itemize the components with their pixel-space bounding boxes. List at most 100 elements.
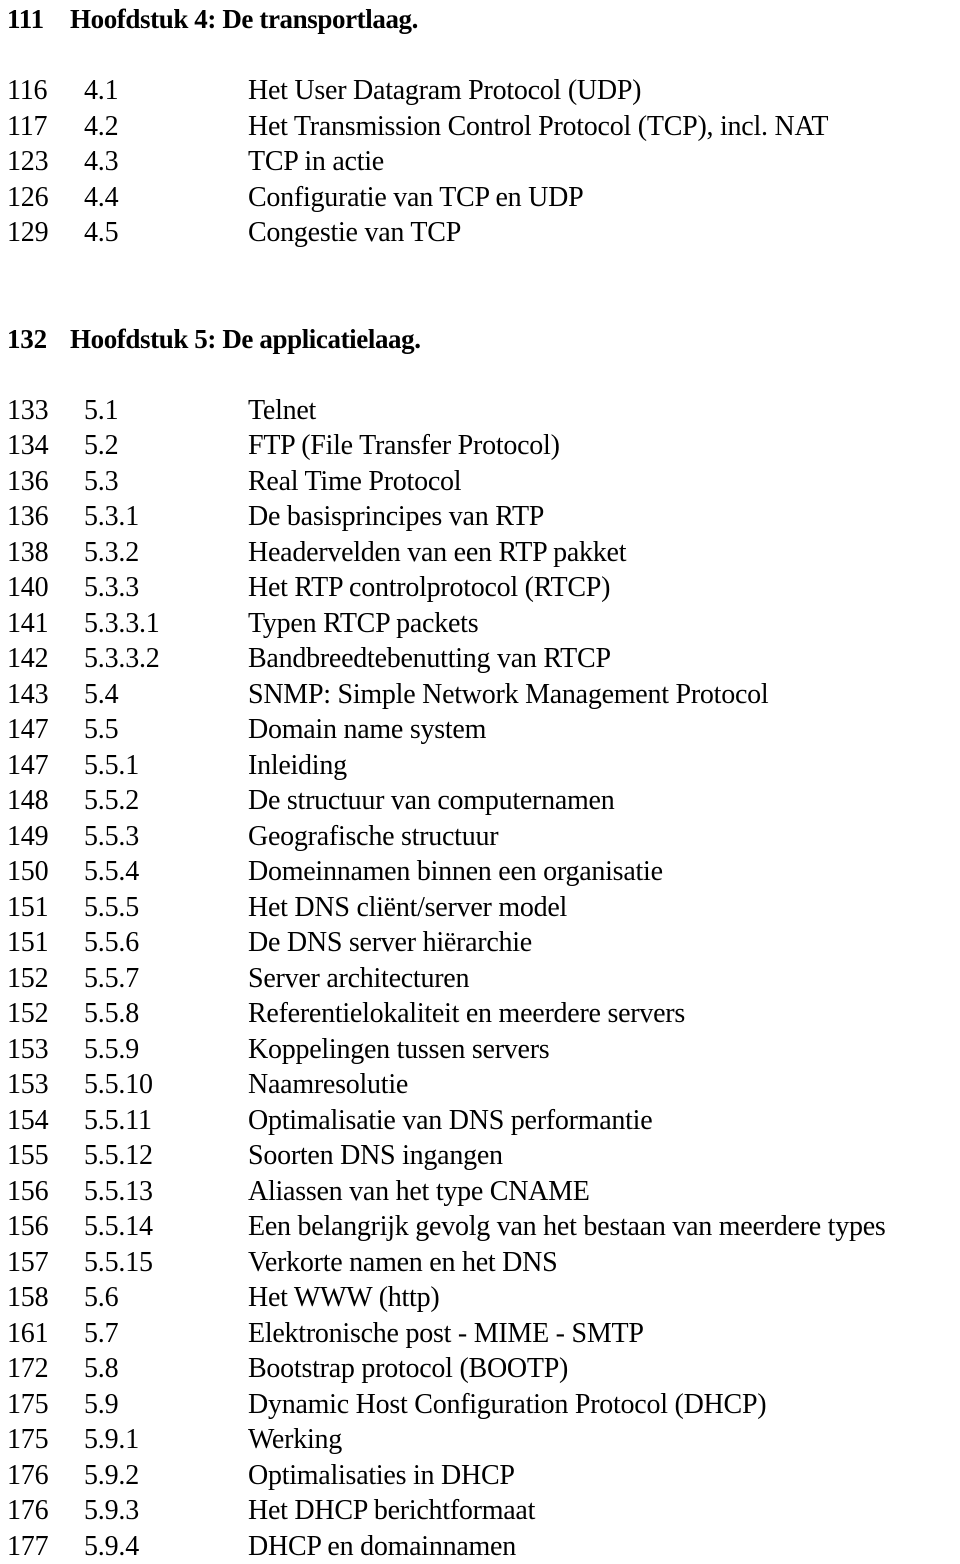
toc-spacer bbox=[0, 286, 960, 322]
toc-entry-row[interactable]: 1234.3TCP in actie bbox=[0, 144, 960, 180]
toc-page-number: 172 bbox=[0, 1351, 84, 1387]
toc-entry-row[interactable]: 1475.5Domain name system bbox=[0, 712, 960, 748]
toc-page-number: 153 bbox=[0, 1032, 84, 1068]
toc-entry-row[interactable]: 1485.5.2De structuur van computernamen bbox=[0, 783, 960, 819]
toc-entry-row[interactable]: 1555.5.12Soorten DNS ingangen bbox=[0, 1138, 960, 1174]
toc-entry-row[interactable]: 1565.5.14Een belangrijk gevolg van het b… bbox=[0, 1209, 960, 1245]
toc-page-number: 151 bbox=[0, 925, 84, 961]
toc-page-number: 134 bbox=[0, 428, 84, 464]
toc-section-number: 5.4 bbox=[84, 677, 248, 713]
toc-entry-row[interactable]: 1345.2FTP (File Transfer Protocol) bbox=[0, 428, 960, 464]
toc-section-number: 4.2 bbox=[84, 109, 248, 145]
toc-entry-row[interactable]: 1565.5.13Aliassen van het type CNAME bbox=[0, 1174, 960, 1210]
toc-section-number: 5.5.11 bbox=[84, 1103, 248, 1139]
toc-entry-row[interactable]: 1365.3.1De basisprincipes van RTP bbox=[0, 499, 960, 535]
toc-section-number: 5.5.12 bbox=[84, 1138, 248, 1174]
toc-entry-row[interactable]: 1515.5.6De DNS server hiërarchie bbox=[0, 925, 960, 961]
toc-section-number: 5.5.6 bbox=[84, 925, 248, 961]
toc-entry-title: Verkorte namen en het DNS bbox=[248, 1245, 960, 1281]
toc-entry-title: Naamresolutie bbox=[248, 1067, 960, 1103]
toc-section-number: 5.5.4 bbox=[84, 854, 248, 890]
toc-page-number: 116 bbox=[0, 73, 84, 109]
toc-section-number: 5.5.5 bbox=[84, 890, 248, 926]
toc-entry-title: Hoofdstuk 4: De transportlaag. bbox=[70, 2, 960, 38]
toc-entry-row[interactable]: 1435.4SNMP: Simple Network Management Pr… bbox=[0, 677, 960, 713]
toc-entry-row[interactable]: 1415.3.3.1Typen RTCP packets bbox=[0, 606, 960, 642]
toc-entry-row[interactable]: 1535.5.10Naamresolutie bbox=[0, 1067, 960, 1103]
toc-chapter-row[interactable]: 132Hoofdstuk 5: De applicatielaag. bbox=[0, 322, 960, 358]
toc-entry-row[interactable]: 1765.9.2Optimalisaties in DHCP bbox=[0, 1458, 960, 1494]
toc-entry-title: Het Transmission Control Protocol (TCP),… bbox=[248, 109, 960, 145]
toc-entry-row[interactable]: 1775.9.4DHCP en domainnamen bbox=[0, 1529, 960, 1564]
toc-section-number: 4.1 bbox=[84, 73, 248, 109]
toc-entry-row[interactable]: 1264.4Configuratie van TCP en UDP bbox=[0, 180, 960, 216]
toc-entry-title: Congestie van TCP bbox=[248, 215, 960, 251]
toc-page-number: 156 bbox=[0, 1174, 84, 1210]
toc-entry-title: Real Time Protocol bbox=[248, 464, 960, 500]
toc-entry-title: Configuratie van TCP en UDP bbox=[248, 180, 960, 216]
toc-entry-row[interactable]: 1525.5.8Referentielokaliteit en meerdere… bbox=[0, 996, 960, 1032]
toc-entry-row[interactable]: 1725.8Bootstrap protocol (BOOTP) bbox=[0, 1351, 960, 1387]
toc-entry-row[interactable]: 1615.7Elektronische post - MIME - SMTP bbox=[0, 1316, 960, 1352]
toc-page-number: 161 bbox=[0, 1316, 84, 1352]
toc-entry-title: Bandbreedtebenutting van RTCP bbox=[248, 641, 960, 677]
toc-entry-row[interactable]: 1174.2Het Transmission Control Protocol … bbox=[0, 109, 960, 145]
toc-entry-row[interactable]: 1575.5.15Verkorte namen en het DNS bbox=[0, 1245, 960, 1281]
toc-section-number: 5.5.14 bbox=[84, 1209, 248, 1245]
toc-section-number: 5.9.2 bbox=[84, 1458, 248, 1494]
toc-entry-title: FTP (File Transfer Protocol) bbox=[248, 428, 960, 464]
toc-entry-row[interactable]: 1515.5.5Het DNS cliënt/server model bbox=[0, 890, 960, 926]
toc-entry-row[interactable]: 1505.5.4Domeinnamen binnen een organisat… bbox=[0, 854, 960, 890]
toc-page-number: 143 bbox=[0, 677, 84, 713]
toc-page-number: 150 bbox=[0, 854, 84, 890]
toc-section-number: 5.5.8 bbox=[84, 996, 248, 1032]
toc-spacer bbox=[0, 251, 960, 287]
toc-entry-row[interactable]: 1294.5Congestie van TCP bbox=[0, 215, 960, 251]
toc-entry-title: Domain name system bbox=[248, 712, 960, 748]
toc-entry-row[interactable]: 1765.9.3Het DHCP berichtformaat bbox=[0, 1493, 960, 1529]
toc-entry-title: Domeinnamen binnen een organisatie bbox=[248, 854, 960, 890]
toc-page-number: 155 bbox=[0, 1138, 84, 1174]
toc-entry-row[interactable]: 1405.3.3Het RTP controlprotocol (RTCP) bbox=[0, 570, 960, 606]
toc-page-number: 175 bbox=[0, 1387, 84, 1423]
toc-entry-row[interactable]: 1385.3.2Headervelden van een RTP pakket bbox=[0, 535, 960, 571]
toc-page-number: 147 bbox=[0, 748, 84, 784]
table-of-contents: 111Hoofdstuk 4: De transportlaag.1164.1H… bbox=[0, 0, 960, 1547]
toc-entry-row[interactable]: 1365.3Real Time Protocol bbox=[0, 464, 960, 500]
toc-entry-title: Dynamic Host Configuration Protocol (DHC… bbox=[248, 1387, 960, 1423]
toc-entry-row[interactable]: 1164.1Het User Datagram Protocol (UDP) bbox=[0, 73, 960, 109]
toc-page-number: 117 bbox=[0, 109, 84, 145]
toc-entry-title: Typen RTCP packets bbox=[248, 606, 960, 642]
toc-page-number: 138 bbox=[0, 535, 84, 571]
toc-entry-row[interactable]: 1755.9.1Werking bbox=[0, 1422, 960, 1458]
toc-entry-row[interactable]: 1545.5.11Optimalisatie van DNS performan… bbox=[0, 1103, 960, 1139]
toc-entry-title: Werking bbox=[248, 1422, 960, 1458]
toc-entry-row[interactable]: 1585.6Het WWW (http) bbox=[0, 1280, 960, 1316]
toc-page-number: 126 bbox=[0, 180, 84, 216]
toc-page-number: 140 bbox=[0, 570, 84, 606]
toc-section-number: 5.6 bbox=[84, 1280, 248, 1316]
toc-entry-row[interactable]: 1475.5.1Inleiding bbox=[0, 748, 960, 784]
toc-section-number: 5.8 bbox=[84, 1351, 248, 1387]
toc-entry-title: Elektronische post - MIME - SMTP bbox=[248, 1316, 960, 1352]
toc-entry-row[interactable]: 1535.5.9Koppelingen tussen servers bbox=[0, 1032, 960, 1068]
toc-chapter-row[interactable]: 111Hoofdstuk 4: De transportlaag. bbox=[0, 2, 960, 38]
toc-page-number: 175 bbox=[0, 1422, 84, 1458]
toc-entry-title: De DNS server hiërarchie bbox=[248, 925, 960, 961]
toc-page-number: 142 bbox=[0, 641, 84, 677]
toc-page-number: 176 bbox=[0, 1493, 84, 1529]
toc-section-number: 4.4 bbox=[84, 180, 248, 216]
toc-section-number: 5.2 bbox=[84, 428, 248, 464]
toc-section-number: 5.5.10 bbox=[84, 1067, 248, 1103]
toc-section-number: 5.5.13 bbox=[84, 1174, 248, 1210]
toc-section-number: 5.9.1 bbox=[84, 1422, 248, 1458]
toc-page-number: 152 bbox=[0, 961, 84, 997]
toc-entry-row[interactable]: 1425.3.3.2Bandbreedtebenutting van RTCP bbox=[0, 641, 960, 677]
toc-entry-title: Inleiding bbox=[248, 748, 960, 784]
toc-entry-title: Het DNS cliënt/server model bbox=[248, 890, 960, 926]
toc-entry-row[interactable]: 1525.5.7Server architecturen bbox=[0, 961, 960, 997]
toc-section-number: 5.3 bbox=[84, 464, 248, 500]
toc-entry-row[interactable]: 1755.9Dynamic Host Configuration Protoco… bbox=[0, 1387, 960, 1423]
toc-entry-row[interactable]: 1335.1Telnet bbox=[0, 393, 960, 429]
toc-entry-row[interactable]: 1495.5.3Geografische structuur bbox=[0, 819, 960, 855]
